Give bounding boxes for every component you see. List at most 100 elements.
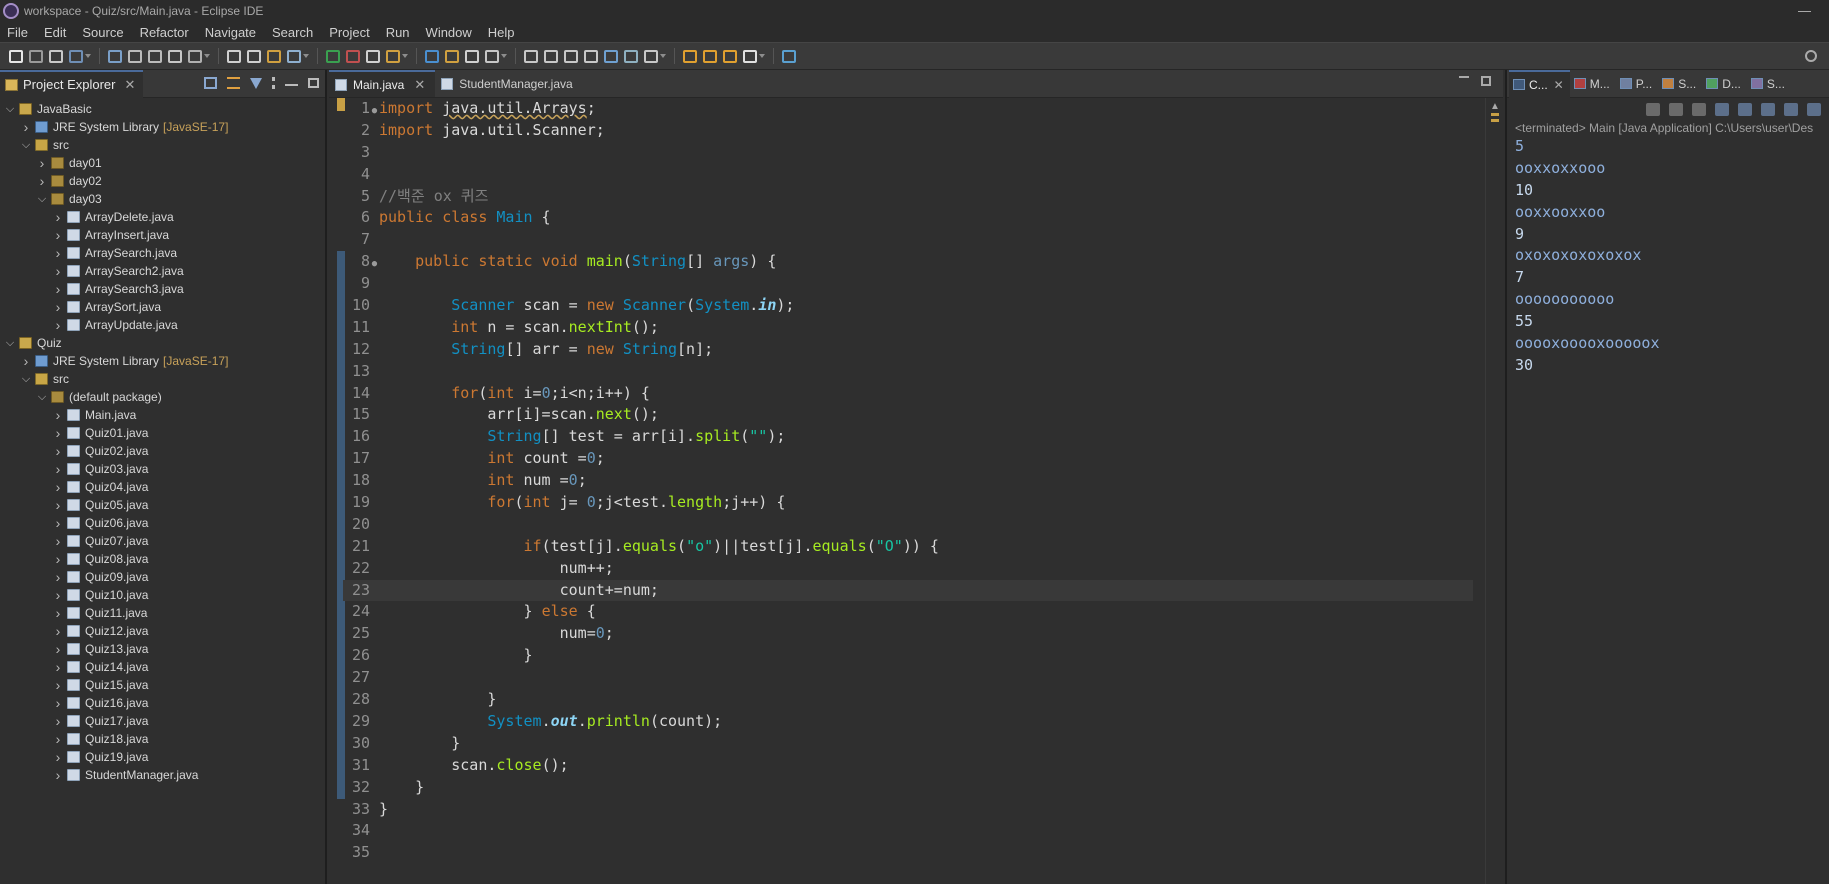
minimize-editor-icon[interactable] bbox=[1459, 76, 1469, 85]
chevron-right-icon[interactable]: › bbox=[21, 353, 31, 369]
chevron-right-icon[interactable]: › bbox=[53, 641, 63, 657]
chevron-right-icon[interactable]: › bbox=[53, 263, 63, 279]
console-tab[interactable]: C... ✕ bbox=[1509, 69, 1570, 98]
chevron-right-icon[interactable]: › bbox=[53, 443, 63, 459]
code-line[interactable]: 13 bbox=[343, 361, 1473, 383]
clear-console-icon[interactable] bbox=[1715, 102, 1729, 116]
code-line[interactable]: 18 int num =0; bbox=[343, 470, 1473, 492]
tree-item[interactable]: › Quiz11.java bbox=[0, 604, 325, 622]
skip-breakpoints-icon[interactable] bbox=[108, 49, 122, 63]
search-icon[interactable] bbox=[1805, 50, 1817, 62]
filter-icon[interactable] bbox=[250, 77, 262, 89]
code-line[interactable]: 25 num=0; bbox=[343, 623, 1473, 645]
tree-item[interactable]: › ArraySearch2.java bbox=[0, 262, 325, 280]
close-icon[interactable]: ✕ bbox=[1554, 78, 1564, 92]
tree-item[interactable]: › StudentManager.java bbox=[0, 766, 325, 784]
step-over-icon[interactable] bbox=[247, 49, 261, 63]
tree-item[interactable]: › Quiz02.java bbox=[0, 442, 325, 460]
minimize-icon[interactable]: — bbox=[1798, 3, 1811, 18]
disconnect-icon[interactable] bbox=[188, 49, 202, 63]
tree-item[interactable]: › Main.java bbox=[0, 406, 325, 424]
tree-item[interactable]: › ArrayInsert.java bbox=[0, 226, 325, 244]
code-line[interactable]: 23 count+=num; bbox=[343, 579, 1473, 602]
minimize-view-icon[interactable] bbox=[285, 80, 298, 86]
chevron-right-icon[interactable]: › bbox=[53, 479, 63, 495]
code-line[interactable]: 33 } bbox=[343, 799, 1473, 821]
chevron-right-icon[interactable]: › bbox=[53, 569, 63, 585]
new-java-project-icon[interactable] bbox=[425, 49, 439, 63]
tree-item[interactable]: › Quiz12.java bbox=[0, 622, 325, 640]
tree-item[interactable]: › Quiz04.java bbox=[0, 478, 325, 496]
code-line[interactable]: 22 num++; bbox=[343, 558, 1473, 580]
drop-to-frame-icon[interactable] bbox=[287, 49, 301, 63]
pin-editor-icon[interactable] bbox=[544, 49, 558, 63]
chevron-down-icon[interactable]: ⌵ bbox=[21, 139, 31, 152]
new-icon[interactable] bbox=[9, 49, 23, 63]
code-line[interactable]: 29 System.out.println(count); bbox=[343, 711, 1473, 733]
chevron-right-icon[interactable]: › bbox=[53, 587, 63, 603]
menu-item-window[interactable]: Window bbox=[418, 25, 480, 40]
chevron-right-icon[interactable]: › bbox=[53, 695, 63, 711]
tree-item[interactable]: ⌵ JavaBasic bbox=[0, 100, 325, 118]
next-annotation-icon[interactable] bbox=[604, 49, 618, 63]
remove-launch-icon[interactable] bbox=[1669, 102, 1683, 116]
previous-annotation-icon[interactable] bbox=[624, 49, 638, 63]
open-type-icon[interactable] bbox=[485, 49, 499, 63]
code-line[interactable]: 20 bbox=[343, 514, 1473, 536]
back-icon[interactable] bbox=[683, 49, 697, 63]
code-line[interactable]: 2 import java.util.Scanner; bbox=[343, 120, 1473, 142]
tree-item[interactable]: ⌵ Quiz bbox=[0, 334, 325, 352]
pin-console-icon[interactable] bbox=[1784, 102, 1798, 116]
chevron-right-icon[interactable]: › bbox=[37, 155, 47, 171]
console-tab[interactable]: S... bbox=[1747, 70, 1791, 98]
chevron-right-icon[interactable]: › bbox=[53, 407, 63, 423]
editor-tab[interactable]: Main.java ✕ bbox=[329, 70, 436, 97]
code-line[interactable]: 5 //백준 ox 퀴즈 bbox=[343, 186, 1473, 208]
chevron-right-icon[interactable]: › bbox=[37, 173, 47, 189]
dropdown-arrow-icon[interactable] bbox=[303, 54, 309, 58]
maximize-view-icon[interactable] bbox=[308, 78, 319, 88]
code-line[interactable]: 15 arr[i]=scan.next(); bbox=[343, 404, 1473, 426]
tree-item[interactable]: › Quiz17.java bbox=[0, 712, 325, 730]
menu-item-edit[interactable]: Edit bbox=[36, 25, 74, 40]
terminal-icon[interactable] bbox=[69, 49, 83, 63]
tree-item[interactable]: ⌵ src bbox=[0, 136, 325, 154]
code-line[interactable]: 10 Scanner scan = new Scanner(System.in)… bbox=[343, 295, 1473, 317]
external-tools-icon[interactable] bbox=[386, 49, 400, 63]
code-line[interactable]: 30 } bbox=[343, 733, 1473, 755]
dropdown-arrow-icon[interactable] bbox=[501, 54, 507, 58]
step-into-icon[interactable] bbox=[227, 49, 241, 63]
dropdown-arrow-icon[interactable] bbox=[660, 54, 666, 58]
resume-icon[interactable] bbox=[128, 49, 142, 63]
chevron-down-icon[interactable]: ⌵ bbox=[21, 373, 31, 386]
chevron-right-icon[interactable]: › bbox=[53, 245, 63, 261]
tree-item[interactable]: ⌵ (default package) bbox=[0, 388, 325, 406]
menu-item-navigate[interactable]: Navigate bbox=[197, 25, 264, 40]
tree-item[interactable]: › day01 bbox=[0, 154, 325, 172]
tree-item[interactable]: › Quiz18.java bbox=[0, 730, 325, 748]
console-tab[interactable]: M... bbox=[1570, 70, 1616, 98]
chevron-right-icon[interactable]: › bbox=[53, 623, 63, 639]
debug-perspective-icon[interactable] bbox=[782, 49, 796, 63]
step-return-icon[interactable] bbox=[267, 49, 281, 63]
code-line[interactable]: 21 if(test[j].equals("o")||test[j].equal… bbox=[343, 536, 1473, 558]
tree-item[interactable]: › Quiz06.java bbox=[0, 514, 325, 532]
tree-item[interactable]: › Quiz09.java bbox=[0, 568, 325, 586]
code-line[interactable]: 32 } bbox=[343, 777, 1473, 799]
overview-ruler[interactable]: ▲ bbox=[1485, 98, 1503, 884]
scroll-lock-icon[interactable] bbox=[1738, 102, 1752, 116]
search-icon[interactable] bbox=[524, 49, 538, 63]
toggle-mark-occurrences-icon[interactable] bbox=[564, 49, 578, 63]
tree-item[interactable]: › Quiz07.java bbox=[0, 532, 325, 550]
tree-item[interactable]: › Quiz16.java bbox=[0, 694, 325, 712]
chevron-right-icon[interactable]: › bbox=[53, 497, 63, 513]
terminate-icon[interactable] bbox=[1646, 102, 1660, 116]
last-edit-icon[interactable] bbox=[644, 49, 658, 63]
view-menu-icon[interactable] bbox=[272, 77, 275, 89]
run-icon[interactable] bbox=[326, 49, 340, 63]
console-output[interactable]: 5 ooxxoxxooo 10 ooxxooxxoo 9 oxoxoxoxoxoxox 7 o… bbox=[1507, 136, 1829, 377]
code-line[interactable]: 35 bbox=[343, 842, 1473, 864]
tree-item[interactable]: › JRE System Library [JavaSE-17] bbox=[0, 352, 325, 370]
forward-icon[interactable] bbox=[703, 49, 717, 63]
code-line[interactable]: 1 ● import java.util.Arrays; bbox=[343, 98, 1473, 120]
